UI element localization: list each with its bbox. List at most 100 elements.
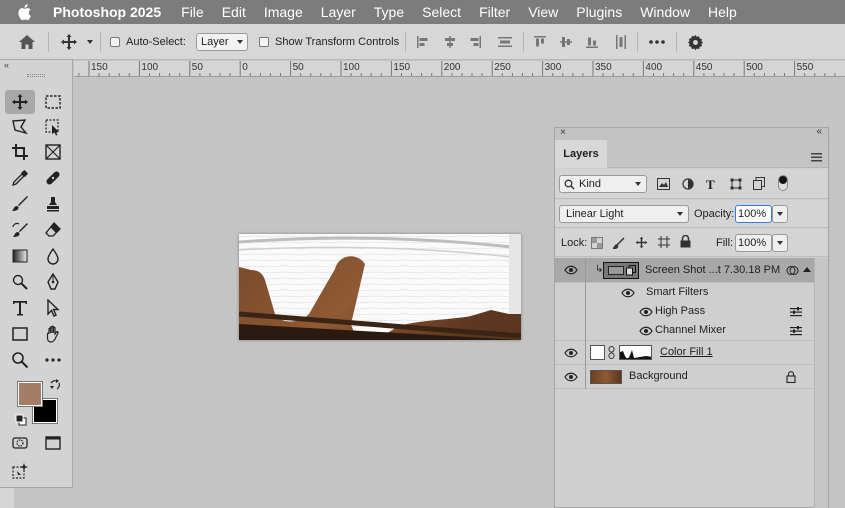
lock-icon[interactable]	[786, 371, 796, 383]
fill-thumbnail[interactable]	[590, 345, 605, 360]
default-colors-icon[interactable]	[15, 413, 27, 431]
visibility-eye-icon[interactable]	[639, 326, 653, 336]
smart-object-thumbnail[interactable]	[603, 262, 639, 279]
menu-layer[interactable]: Layer	[321, 4, 356, 20]
clone-stamp-tool-button[interactable]	[38, 192, 68, 216]
visibility-eye-icon[interactable]	[639, 307, 653, 317]
smart-filters-row[interactable]: Smart Filters	[555, 283, 814, 302]
pen-tool-button[interactable]	[38, 270, 68, 294]
document-canvas[interactable]	[239, 234, 521, 340]
home-icon[interactable]	[18, 24, 36, 60]
zoom-tool-button[interactable]	[5, 348, 35, 372]
distribute-vertical-icon[interactable]	[614, 24, 628, 60]
align-left-icon[interactable]	[416, 24, 430, 60]
lock-all-icon[interactable]	[680, 234, 691, 251]
filter-adjustment-icon[interactable]	[682, 178, 694, 193]
dodge-tool-button[interactable]	[5, 270, 35, 294]
hand-tool-button[interactable]	[38, 322, 68, 346]
filter-smart-object-icon[interactable]	[753, 177, 765, 193]
rectangle-tool-button[interactable]	[5, 322, 35, 346]
horizontal-ruler[interactable]: 150 100 50 0 50 100 150 200 250 300 350 400 450 500 55…	[74, 61, 845, 77]
opacity-input[interactable]: 100%	[735, 205, 772, 223]
quick-mask-button[interactable]	[5, 431, 35, 455]
layer-mask-thumbnail[interactable]	[619, 345, 652, 360]
lock-position-icon[interactable]	[635, 236, 648, 252]
auto-select-target-select[interactable]: Layer	[196, 33, 248, 51]
foreground-color-swatch[interactable]	[17, 381, 43, 407]
blend-mode-select[interactable]: Linear Light	[559, 205, 689, 223]
visibility-eye-icon[interactable]	[621, 288, 635, 298]
lock-pixels-icon[interactable]	[611, 237, 625, 252]
crop-tool-button[interactable]	[5, 140, 35, 164]
vertical-ruler[interactable]	[0, 485, 14, 508]
object-selection-tool-button[interactable]	[38, 115, 68, 139]
type-tool-button[interactable]	[5, 296, 35, 320]
eyedropper-tool-button[interactable]	[5, 166, 35, 190]
transform-controls-option[interactable]: Show Transform Controls	[259, 24, 399, 60]
fill-dropdown[interactable]	[772, 234, 788, 252]
visibility-eye-icon[interactable]	[564, 348, 578, 358]
menu-window[interactable]: Window	[640, 4, 690, 20]
marquee-tool-button[interactable]	[38, 90, 68, 114]
distribute-icon[interactable]	[497, 24, 513, 60]
filter-row-channel-mixer[interactable]: Channel Mixer	[555, 321, 814, 341]
lock-artboard-icon[interactable]	[658, 236, 670, 251]
menu-select[interactable]: Select	[422, 4, 461, 20]
background-thumbnail[interactable]	[590, 370, 622, 384]
align-right-icon[interactable]	[468, 24, 482, 60]
filter-pixel-icon[interactable]	[657, 178, 670, 193]
transform-controls-checkbox[interactable]	[259, 37, 269, 47]
close-panel-icon[interactable]: ×	[560, 127, 566, 138]
chevron-up-icon[interactable]	[803, 267, 811, 272]
move-tool-preset-icon[interactable]	[60, 24, 78, 60]
collapse-panel-icon[interactable]: «	[4, 60, 9, 70]
more-options-icon[interactable]	[648, 24, 666, 60]
layer-row-color-fill[interactable]: Color Fill 1	[555, 341, 814, 365]
layer-row-background[interactable]: Background	[555, 365, 814, 389]
generative-fill-button[interactable]	[5, 459, 35, 483]
panel-menu-icon[interactable]	[811, 149, 822, 167]
swap-colors-icon[interactable]	[49, 378, 61, 396]
fill-input[interactable]: 100%	[735, 234, 772, 252]
panel-grip[interactable]	[27, 74, 45, 77]
apple-icon[interactable]	[16, 0, 34, 24]
settings-gear-icon[interactable]	[687, 24, 704, 60]
history-brush-tool-button[interactable]	[5, 218, 35, 242]
auto-select-checkbox[interactable]	[110, 37, 120, 47]
auto-select-option[interactable]: Auto-Select:	[110, 24, 186, 60]
gradient-tool-button[interactable]	[5, 244, 35, 268]
smart-filter-icon[interactable]	[786, 265, 799, 276]
visibility-eye-icon[interactable]	[564, 265, 578, 275]
visibility-eye-icon[interactable]	[564, 372, 578, 382]
screen-mode-button[interactable]	[38, 431, 68, 455]
align-top-icon[interactable]	[533, 24, 547, 60]
align-center-icon[interactable]	[443, 24, 457, 60]
tool-preset-dropdown[interactable]	[87, 24, 93, 60]
align-middle-icon[interactable]	[559, 24, 573, 60]
filter-kind-select[interactable]: Kind	[559, 175, 647, 193]
menu-app-name[interactable]: Photoshop 2025	[53, 4, 161, 20]
filter-toggle-switch[interactable]	[778, 175, 788, 191]
lock-transparent-icon[interactable]	[591, 237, 603, 252]
menu-type[interactable]: Type	[374, 4, 404, 20]
layer-row-screenshot[interactable]: ↳ Screen Shot ...t 7.30.18 PM	[555, 258, 814, 283]
menu-view[interactable]: View	[528, 4, 558, 20]
edit-toolbar-button[interactable]	[38, 348, 68, 372]
filter-type-icon[interactable]: T	[706, 177, 715, 193]
filter-shape-icon[interactable]	[730, 178, 742, 193]
opacity-dropdown[interactable]	[772, 205, 788, 223]
frame-tool-button[interactable]	[38, 140, 68, 164]
menu-edit[interactable]: Edit	[222, 4, 246, 20]
layers-scrollbar[interactable]	[814, 258, 828, 508]
collapse-panel-icon[interactable]: «	[816, 126, 822, 137]
blending-options-icon[interactable]	[790, 307, 802, 317]
eraser-tool-button[interactable]	[38, 218, 68, 242]
menu-filter[interactable]: Filter	[479, 4, 510, 20]
menu-help[interactable]: Help	[708, 4, 737, 20]
blur-tool-button[interactable]	[38, 244, 68, 268]
filter-row-high-pass[interactable]: High Pass	[555, 302, 814, 321]
path-selection-tool-button[interactable]	[38, 296, 68, 320]
lasso-tool-button[interactable]	[5, 115, 35, 139]
brush-tool-button[interactable]	[5, 192, 35, 216]
menu-plugins[interactable]: Plugins	[576, 4, 622, 20]
